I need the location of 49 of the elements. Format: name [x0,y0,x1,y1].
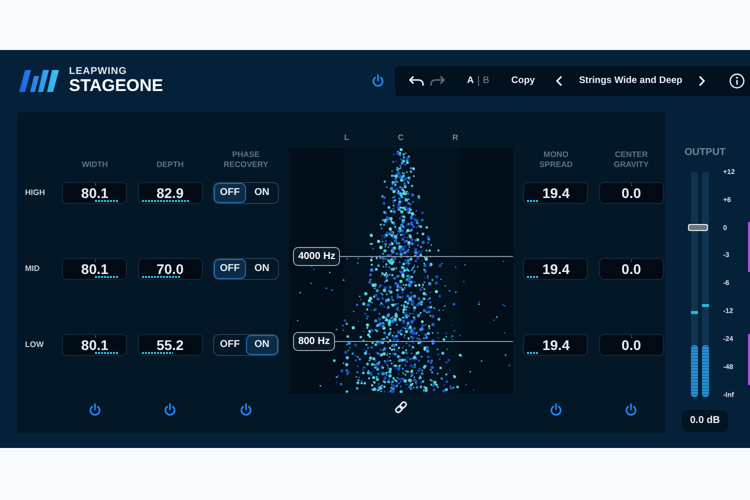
product-name: STAGEONE [69,76,164,96]
brand-name: LEAPWING [69,66,128,77]
value-slider[interactable]: 55.2 [138,334,203,356]
band-label: MID [25,263,41,275]
fader-thumb[interactable] [688,224,708,232]
column-header: MONO SPREAD [538,150,574,170]
crossover-handle[interactable]: 800 Hz [293,332,335,351]
channel-label: C [398,132,404,144]
toggle-option[interactable]: ON [246,259,278,279]
value-slider[interactable]: 80.1 [62,334,128,356]
info-icon[interactable] [729,73,745,89]
toggle-option[interactable]: OFF [214,259,246,279]
power-icon[interactable] [548,403,563,417]
power-icon[interactable] [371,74,385,88]
value-slider[interactable]: 70.0 [138,258,203,280]
power-icon[interactable] [624,403,638,417]
column-header: WIDTH [80,160,109,170]
band-label: LOW [25,339,45,351]
column-header: DEPTH [156,160,185,170]
band-label: HIGH [25,187,46,199]
preset-name[interactable]: Strings Wide and Deep [578,76,682,86]
toggle-option[interactable]: ON [246,335,278,355]
output-title: OUTPUT [684,146,726,160]
column-header: PHASE RECOVERY [222,150,270,170]
link-icon[interactable] [394,401,408,414]
value-slider[interactable]: 19.4 [523,334,588,356]
toggle-option[interactable]: ON [246,183,278,203]
value-slider[interactable]: 82.9 [138,182,203,204]
output-readout: 0.0 dB [682,410,728,432]
power-icon[interactable] [88,403,102,417]
next-button[interactable] [698,75,706,87]
value-slider[interactable]: 19.4 [523,182,588,204]
ab-toggle[interactable]: A [467,76,474,86]
value-slider[interactable]: 80.1 [62,258,128,280]
power-icon[interactable] [238,403,253,417]
power-icon[interactable] [163,403,178,417]
channel-label: R [452,132,458,144]
column-header: CENTER GRAVITY [612,150,650,170]
channel-label: L [344,132,350,144]
value-slider[interactable]: 19.4 [523,258,588,280]
ab-toggle[interactable]: B [482,76,490,86]
crossover-handle[interactable]: 4000 Hz [293,247,340,266]
logo-icon [17,68,61,94]
toggle-option[interactable]: OFF [214,335,246,355]
copy-button[interactable]: Copy [511,76,535,86]
toggle-option[interactable]: OFF [214,183,246,203]
undo-button[interactable] [409,75,425,87]
previous-button[interactable] [554,75,563,87]
value-slider[interactable]: 80.1 [62,182,128,204]
